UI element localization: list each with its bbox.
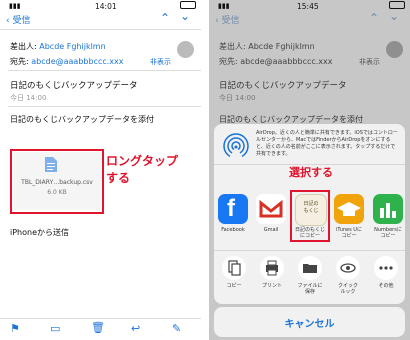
share-sheet: AirDrop。近くの人と簡単に共有できます。iOSではコントロールセンターから…	[214, 124, 405, 304]
attachment-name: TBL_DIARY…backup.csv	[21, 179, 93, 186]
status-time: 14:01	[95, 2, 117, 11]
facebook-icon[interactable]: f	[218, 194, 248, 224]
recipient-label: 宛先:	[10, 57, 29, 66]
avatar	[386, 41, 403, 58]
mail-subject: 日記のもくじバックアップデータ	[219, 81, 347, 91]
recipient-label: 宛先:	[219, 57, 238, 66]
sender-label: 差出人:	[10, 42, 37, 51]
app-label-itunes-u: iTunes Uに コピー	[336, 227, 362, 239]
folder-icon[interactable]: ▭	[50, 322, 60, 335]
recipient-row: 宛先: abcde@aaabbbccc.xxx	[219, 56, 333, 67]
print-icon[interactable]	[260, 256, 284, 280]
cancel-button[interactable]: キャンセル	[214, 307, 405, 337]
avatar	[177, 41, 194, 58]
share-sheet-screen: 15:45 ▮▮▮ ‹ 受信 ⌃ ⌄ 差出人: Abcde Fghijklmn …	[209, 0, 410, 340]
action-row: コピー プリント ファイルに 保存 クイック ルック その他	[214, 256, 405, 302]
hide-button[interactable]: 非表示	[150, 57, 171, 67]
action-label-more: その他	[378, 283, 394, 289]
mail-date: 今日 14:00	[219, 94, 256, 102]
chevron-down-icon[interactable]: ⌄	[180, 9, 190, 23]
app-row: f Facebook Gmail 日記の もくじ 日記のもくじ にコピー iTu…	[214, 190, 405, 242]
folder-icon[interactable]	[298, 256, 322, 280]
select-callout: 選択する	[289, 166, 333, 179]
app-label-numbers: Numbersに コピー	[374, 227, 402, 239]
signal-icon: ▮▮▮	[9, 2, 21, 10]
chevron-up-icon[interactable]: ⌃	[369, 11, 379, 25]
airdrop-icon[interactable]	[222, 132, 250, 160]
status-time: 15:45	[297, 2, 319, 11]
recipient-row: 宛先: abcde@aaabbbccc.xxx	[10, 56, 124, 67]
long-tap-callout: ロングタップ する	[106, 154, 179, 185]
mail-screen: 14:01 ▮▮▮ ‹ 受信 ⌃ ⌄ 差出人: Abcde Fghijklmn …	[0, 0, 201, 340]
airdrop-description: AirDrop。近くの人と簡単に共有できます。iOSではコントロールセンターから…	[256, 130, 398, 157]
numbers-icon[interactable]	[373, 194, 403, 224]
eye-icon[interactable]	[336, 256, 360, 280]
app-label-gmail: Gmail	[263, 227, 279, 233]
signal-icon: ▮▮▮	[218, 2, 230, 10]
chevron-up-icon[interactable]: ⌃	[160, 11, 170, 25]
trash-icon[interactable]: 🗑︎	[91, 321, 105, 334]
back-button[interactable]: ‹ 受信	[6, 13, 31, 26]
compose-icon[interactable]: ✎	[172, 322, 181, 335]
csv-file-icon	[45, 157, 57, 172]
mail-subject: 日記のもくじバックアップデータ	[10, 81, 138, 91]
flag-icon[interactable]: ⚑	[10, 322, 20, 335]
chevron-down-icon[interactable]: ⌄	[389, 9, 399, 23]
recipient-address[interactable]: abcde@aaabbbccc.xxx	[31, 57, 123, 66]
recipient-address: abcde@aaabbbccc.xxx	[240, 57, 333, 66]
itunes-u-icon[interactable]	[334, 194, 364, 224]
chevron-left-icon: ‹	[215, 16, 219, 26]
diary-app-icon[interactable]: 日記の もくじ	[295, 194, 327, 226]
sender-name[interactable]: Abcde Fghijklmn	[39, 42, 105, 51]
back-button[interactable]: ‹ 受信	[215, 13, 240, 26]
sender-label: 差出人:	[219, 42, 246, 51]
chevron-left-icon: ‹	[6, 16, 10, 26]
sender-row: 差出人: Abcde Fghijklmn	[219, 41, 315, 52]
sender-name: Abcde Fghijklmn	[248, 42, 315, 51]
battery-icon	[180, 1, 196, 9]
mail-date: 今日 14:00	[10, 94, 47, 102]
copy-icon[interactable]	[222, 256, 246, 280]
battery-icon	[389, 1, 405, 9]
sender-row: 差出人: Abcde Fghijklmn	[10, 41, 106, 52]
hide-button: 非表示	[359, 58, 380, 66]
mail-body: 日記のもくじバックアップデータを添付	[10, 115, 154, 124]
gmail-icon[interactable]	[256, 194, 286, 224]
more-icon[interactable]	[374, 256, 398, 280]
mail-signature: iPhoneから送信	[10, 228, 70, 237]
attachment-size: 6.0 KB	[47, 189, 67, 196]
reply-icon[interactable]: ↩	[131, 322, 140, 335]
app-label-diary: 日記のもくじ にコピー	[294, 227, 325, 239]
attachment-card[interactable]: TBL_DIARY…backup.csv 6.0 KB	[13, 152, 101, 210]
